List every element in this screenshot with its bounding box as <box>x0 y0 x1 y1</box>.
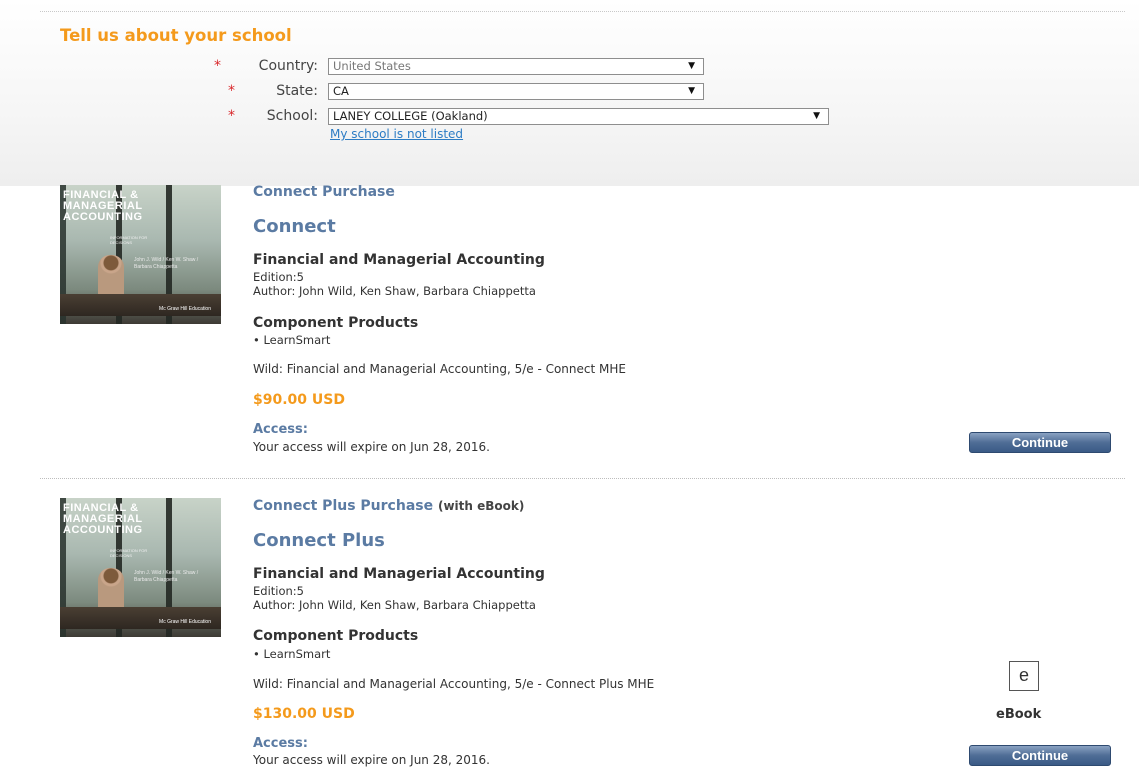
chevron-down-icon: ▼ <box>813 111 820 121</box>
country-label: Country: <box>258 58 318 74</box>
cover-publisher: Mc Graw Hill Education <box>159 619 211 625</box>
school-not-listed-link[interactable]: My school is not listed <box>330 127 463 141</box>
cover-publisher: Mc Graw Hill Education <box>159 306 211 312</box>
required-marker: * <box>228 108 235 124</box>
state-label: State: <box>276 83 318 99</box>
book-author: Author: John Wild, Ken Shaw, Barbara Chi… <box>253 598 536 612</box>
school-select[interactable]: LANEY COLLEGE (Oakland) ▼ <box>328 108 829 125</box>
top-divider <box>40 11 1125 12</box>
cover-title: FINANCIAL & MANAGERIAL ACCOUNTING <box>63 502 143 536</box>
book-author: Author: John Wild, Ken Shaw, Barbara Chi… <box>253 284 536 298</box>
access-expiry: Your access will expire on Jun 28, 2016. <box>253 753 490 767</box>
required-marker: * <box>228 83 235 99</box>
ebook-label: eBook <box>996 707 1042 722</box>
cover-title: FINANCIAL & MANAGERIAL ACCOUNTING <box>63 189 143 223</box>
component-item: • LearnSmart <box>253 333 331 347</box>
school-select-value: LANEY COLLEGE (Oakland) <box>333 109 488 123</box>
cover-figure <box>98 255 124 299</box>
continue-button[interactable]: Continue <box>969 745 1111 766</box>
ebook-icon: e <box>1009 661 1039 691</box>
product-price: $130.00 USD <box>253 706 355 722</box>
continue-button[interactable]: Continue <box>969 432 1111 453</box>
component-item: • LearnSmart <box>253 647 331 661</box>
chevron-down-icon: ▼ <box>688 61 695 71</box>
school-row: * School: LANEY COLLEGE (Oakland) ▼ <box>0 107 840 127</box>
book-cover-image: FINANCIAL & MANAGERIAL ACCOUNTING INFORM… <box>60 498 221 637</box>
school-label: School: <box>266 108 318 124</box>
state-select[interactable]: CA ▼ <box>328 83 704 100</box>
product-price: $90.00 USD <box>253 392 345 408</box>
product-description: Wild: Financial and Managerial Accountin… <box>253 677 655 691</box>
country-select-value: United States <box>333 59 411 73</box>
school-heading: Tell us about your school <box>60 26 292 45</box>
cover-authors: John J. Wild / Ken W. Shaw / Barbara Chi… <box>134 570 199 583</box>
state-select-value: CA <box>333 84 349 98</box>
access-expiry: Your access will expire on Jun 28, 2016. <box>253 440 490 454</box>
country-select[interactable]: United States ▼ <box>328 58 704 75</box>
purchase-type: Connect Purchase <box>253 184 395 200</box>
component-products-title: Component Products <box>253 315 419 331</box>
product-description: Wild: Financial and Managerial Accountin… <box>253 362 626 376</box>
book-title: Financial and Managerial Accounting <box>253 252 545 268</box>
cover-bench <box>60 294 221 316</box>
chevron-down-icon: ▼ <box>688 86 695 96</box>
cover-authors: John J. Wild / Ken W. Shaw / Barbara Chi… <box>134 257 199 270</box>
book-edition: Edition:5 <box>253 584 304 598</box>
state-row: * State: CA ▼ <box>0 82 720 102</box>
cover-bench <box>60 607 221 629</box>
required-marker: * <box>214 58 221 74</box>
purchase-note: (with eBook) <box>437 499 525 513</box>
school-selection-panel: Tell us about your school * Country: Uni… <box>0 0 1139 186</box>
cover-subtitle: INFORMATION FOR DECISIONS <box>110 548 148 558</box>
card-divider <box>40 478 1125 479</box>
country-row: * Country: United States ▼ <box>0 57 720 77</box>
purchase-type-label: Connect Purchase <box>253 184 395 200</box>
access-label: Access: <box>253 422 308 437</box>
purchase-type: Connect Plus Purchase (with eBook) <box>253 498 524 514</box>
book-title: Financial and Managerial Accounting <box>253 566 545 582</box>
product-name: Connect <box>253 216 336 237</box>
access-label: Access: <box>253 736 308 751</box>
product-name: Connect Plus <box>253 530 385 551</box>
cover-subtitle: INFORMATION FOR DECISIONS <box>110 235 148 245</box>
purchase-type-label: Connect Plus Purchase <box>253 498 434 514</box>
cover-figure <box>98 568 124 612</box>
component-products-title: Component Products <box>253 628 419 644</box>
book-cover-image: FINANCIAL & MANAGERIAL ACCOUNTING INFORM… <box>60 185 221 324</box>
book-edition: Edition:5 <box>253 270 304 284</box>
